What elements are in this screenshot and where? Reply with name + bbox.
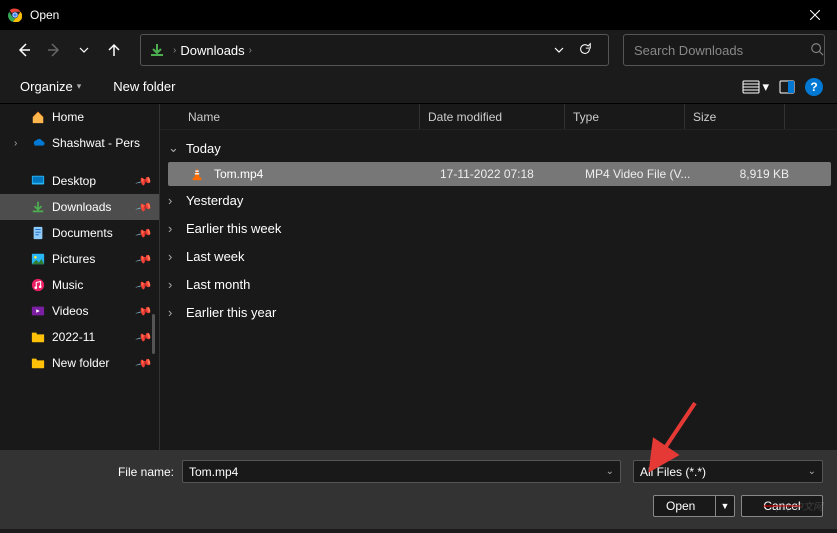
back-button[interactable]: [12, 38, 36, 62]
filename-input[interactable]: Tom.mp4 ⌄: [182, 460, 621, 483]
group-yesterday[interactable]: ›Yesterday: [162, 186, 837, 214]
pin-icon: 📌: [135, 250, 153, 268]
search-icon[interactable]: [810, 42, 824, 59]
sidebar-item-folder-new[interactable]: New folder 📌: [0, 350, 159, 376]
navbar: › Downloads ›: [0, 30, 837, 70]
chevron-right-icon: ›: [168, 277, 182, 292]
forward-button[interactable]: [42, 38, 66, 62]
filter-value: All Files (*.*): [640, 465, 706, 479]
refresh-button[interactable]: [570, 42, 600, 59]
folder-icon: [30, 355, 46, 371]
chevron-down-icon: ▾: [77, 81, 82, 92]
column-header-size[interactable]: Size: [685, 104, 785, 129]
up-button[interactable]: [102, 38, 126, 62]
filename-value: Tom.mp4: [189, 465, 238, 479]
chevron-right-icon: ›: [173, 45, 176, 56]
chevron-down-icon[interactable]: ⌄: [808, 466, 816, 477]
close-button[interactable]: [792, 0, 837, 30]
vlc-icon: [188, 167, 206, 181]
window-title: Open: [30, 8, 792, 22]
sidebar-item-documents[interactable]: Documents 📌: [0, 220, 159, 246]
file-row[interactable]: Tom.mp4 17-11-2022 07:18 MP4 Video File …: [168, 162, 831, 186]
documents-icon: [30, 225, 46, 241]
file-size: 8,919 KB: [707, 167, 797, 181]
titlebar: Open: [0, 0, 837, 30]
pin-icon: 📌: [135, 224, 153, 242]
preview-pane-button[interactable]: [779, 80, 795, 94]
sidebar-item-desktop[interactable]: Desktop 📌: [0, 168, 159, 194]
address-history-dropdown[interactable]: [548, 43, 570, 58]
sidebar-item-home[interactable]: Home: [0, 104, 159, 130]
file-date: 17-11-2022 07:18: [432, 167, 577, 181]
toolbar: Organize▾ New folder ▾ ?: [0, 70, 837, 104]
address-bar[interactable]: › Downloads ›: [140, 34, 609, 66]
column-header-name[interactable]: Name: [180, 104, 420, 129]
chevron-right-icon[interactable]: ›: [14, 138, 24, 149]
group-earlier-this-week[interactable]: ›Earlier this week: [162, 214, 837, 242]
file-list[interactable]: ⌄ Today Tom.mp4 17-11-2022 07:18 MP4 Vid…: [160, 130, 837, 450]
sidebar-item-videos[interactable]: Videos 📌: [0, 298, 159, 324]
sidebar-item-music[interactable]: Music 📌: [0, 272, 159, 298]
main-area: Home › Shashwat - Pers Desktop 📌 Downloa…: [0, 104, 837, 450]
folder-icon: [30, 329, 46, 345]
group-earlier-this-year[interactable]: ›Earlier this year: [162, 298, 837, 326]
sidebar-item-downloads[interactable]: Downloads 📌: [0, 194, 159, 220]
videos-icon: [30, 303, 46, 319]
open-button[interactable]: Open ▼: [653, 495, 735, 517]
group-last-week[interactable]: ›Last week: [162, 242, 837, 270]
recent-dropdown[interactable]: [72, 38, 96, 62]
sidebar-item-folder-2022-11[interactable]: 2022-11 📌: [0, 324, 159, 350]
pin-icon: 📌: [135, 198, 153, 216]
new-folder-button[interactable]: New folder: [107, 75, 181, 98]
column-header-type[interactable]: Type: [565, 104, 685, 129]
onedrive-icon: [30, 135, 46, 151]
sidebar-item-onedrive[interactable]: › Shashwat - Pers: [0, 130, 159, 156]
column-headers: Name Date modified Type Size: [160, 104, 837, 130]
pin-icon: 📌: [135, 328, 153, 346]
sidebar-item-pictures[interactable]: Pictures 📌: [0, 246, 159, 272]
sidebar: Home › Shashwat - Pers Desktop 📌 Downloa…: [0, 104, 160, 450]
help-button[interactable]: ?: [805, 78, 823, 96]
chevron-right-icon: ›: [168, 221, 182, 236]
chevron-right-icon: ›: [249, 45, 252, 56]
view-options-button[interactable]: ▾: [742, 79, 769, 95]
open-dropdown[interactable]: ▼: [716, 501, 734, 511]
breadcrumb[interactable]: › Downloads ›: [173, 43, 548, 58]
pin-icon: 📌: [135, 276, 153, 294]
scrollbar-thumb[interactable]: [152, 314, 155, 354]
column-header-date[interactable]: Date modified: [420, 104, 565, 129]
file-list-area: Name Date modified Type Size ⌄ Today Tom…: [160, 104, 837, 450]
file-name: Tom.mp4: [206, 167, 432, 181]
breadcrumb-item[interactable]: Downloads: [180, 43, 244, 58]
chevron-right-icon: ›: [168, 305, 182, 320]
chevron-down-icon: ⌄: [168, 140, 182, 156]
dialog-footer: File name: Tom.mp4 ⌄ All Files (*.*) ⌄ O…: [0, 450, 837, 529]
downloads-icon: [149, 42, 165, 58]
pin-icon: 📌: [135, 354, 153, 372]
desktop-icon: [30, 173, 46, 189]
file-type-filter[interactable]: All Files (*.*) ⌄: [633, 460, 823, 483]
group-today[interactable]: ⌄ Today: [162, 134, 837, 162]
chevron-down-icon: ▾: [762, 79, 769, 95]
chrome-icon: [8, 8, 22, 22]
organize-button[interactable]: Organize▾: [14, 75, 87, 98]
pin-icon: 📌: [135, 172, 153, 190]
search-input[interactable]: [634, 43, 810, 58]
search-box[interactable]: [623, 34, 825, 66]
music-icon: [30, 277, 46, 293]
cancel-button[interactable]: Cancel: [741, 495, 823, 517]
chevron-right-icon: ›: [168, 193, 182, 208]
home-icon: [30, 109, 46, 125]
group-last-month[interactable]: ›Last month: [162, 270, 837, 298]
chevron-down-icon[interactable]: ⌄: [606, 466, 614, 477]
downloads-icon: [30, 199, 46, 215]
chevron-right-icon: ›: [168, 249, 182, 264]
file-type: MP4 Video File (V...: [577, 167, 707, 181]
filename-label: File name:: [14, 465, 174, 479]
pictures-icon: [30, 251, 46, 267]
pin-icon: 📌: [135, 302, 153, 320]
